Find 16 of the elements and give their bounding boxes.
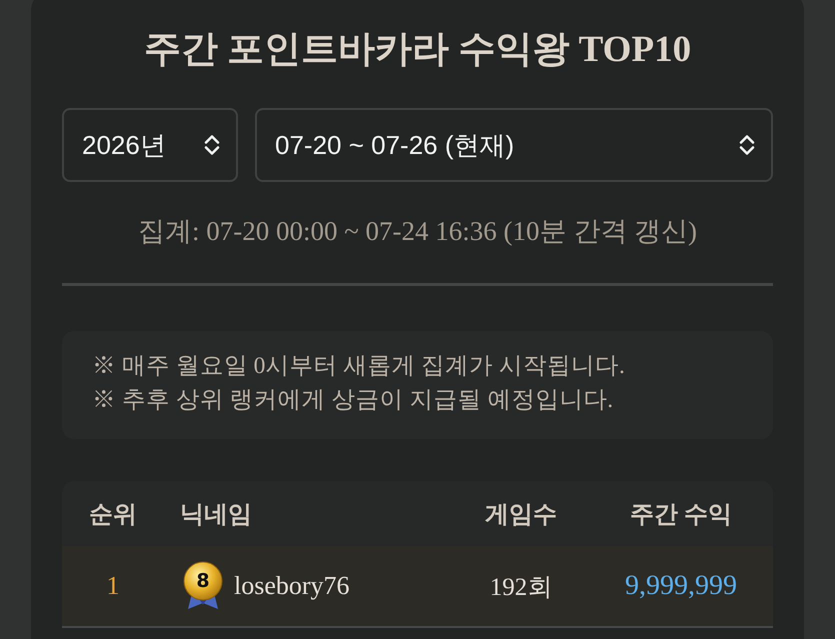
up-down-chevron-icon <box>204 134 220 156</box>
summary-text: 집계: 07-20 00:00 ~ 07-24 16:36 (10분 간격 갱신) <box>136 215 698 247</box>
week-select[interactable]: 07-20 ~ 07-26 (현재) <box>255 108 773 182</box>
column-header: 순위 <box>88 500 138 530</box>
notice-line: ※ 추후 상위 랭커에게 상금이 지급될 예정입니다. <box>92 386 614 415</box>
year-select[interactable]: 2026년 <box>62 108 238 182</box>
column-header: 게임수 <box>484 500 558 530</box>
notice-line: ※ 매주 월요일 0시부터 새롭게 집계가 시작됩니다. <box>92 352 626 381</box>
up-down-chevron-icon <box>739 134 755 156</box>
column-header: 주간 수익 <box>629 500 733 530</box>
weekly-profit-cell-text: 9,999,999 <box>624 570 738 602</box>
rank-cell-text: 1 <box>106 571 120 601</box>
game-count-cell-text: 192회 <box>488 572 554 602</box>
column-header: 닉네임 <box>179 500 253 530</box>
nickname: losebory76 <box>234 571 350 601</box>
page-title: 주간 포인트바카라 수익왕 TOP10 <box>142 28 692 72</box>
